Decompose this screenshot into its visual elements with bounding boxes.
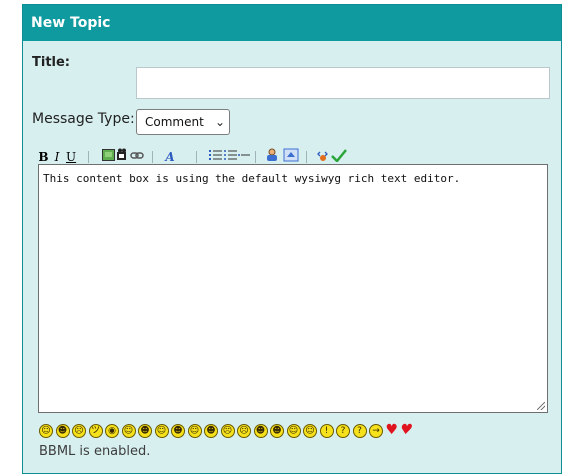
rich-text-editor[interactable]: This content box is using the default wy… bbox=[38, 164, 548, 413]
bbml-status: BBML is enabled. bbox=[39, 444, 151, 459]
smiley-icon[interactable]: ☻ bbox=[253, 424, 268, 438]
toolbar-separator bbox=[306, 151, 307, 163]
editor-content: This content box is using the default wy… bbox=[43, 172, 461, 185]
message-type-select[interactable]: Comment ⌄ bbox=[136, 109, 230, 135]
panel-header: New Topic bbox=[23, 5, 561, 41]
message-type-label: Message Type: bbox=[32, 111, 135, 127]
chevron-down-icon: ⌄ bbox=[214, 115, 225, 129]
smiley-icon[interactable]: ☻ bbox=[270, 424, 284, 438]
new-topic-panel: New Topic Title: Message Type: Comment ⌄… bbox=[22, 4, 562, 474]
smiley-icon[interactable]: ◉ bbox=[105, 424, 119, 438]
smiley-icon[interactable]: ☹ bbox=[220, 424, 235, 438]
title-label: Title: bbox=[32, 55, 71, 70]
smiley-icon[interactable]: ☻ bbox=[204, 424, 218, 438]
smiley-icon[interactable]: ツ bbox=[88, 424, 103, 438]
smiley-bar: ☺ ☻ ☹ ツ ◉ ☺ ☻ ☺ ☻ ☺ ☻ ☹ ☹ ☻ ☻ ☺ ☺!?? → ♥ ♥ bbox=[39, 422, 479, 440]
smiley-icon[interactable]: ☺ bbox=[187, 424, 202, 438]
smiley-icon[interactable]: ☻ bbox=[138, 424, 152, 438]
smiley-icon[interactable]: ☺ bbox=[286, 424, 301, 438]
resize-handle[interactable] bbox=[537, 402, 545, 410]
toolbar-separator bbox=[152, 151, 153, 163]
smiley-icon[interactable]: ☻ bbox=[55, 424, 70, 438]
heart-icon[interactable]: ♥ bbox=[386, 422, 399, 438]
smiley-icon[interactable]: ☹ bbox=[237, 424, 251, 438]
smiley-icon[interactable]: ! bbox=[319, 424, 334, 438]
smiley-icon[interactable]: ? bbox=[352, 424, 367, 438]
title-input[interactable] bbox=[136, 67, 550, 99]
broken-heart-icon[interactable]: ♥ bbox=[398, 422, 413, 438]
message-type-value: Comment bbox=[145, 115, 204, 129]
smiley-icon[interactable]: ☺ bbox=[39, 424, 53, 438]
smiley-icon[interactable]: ☺ bbox=[303, 424, 317, 438]
toolbar-separator bbox=[255, 151, 256, 163]
smiley-icon[interactable]: ☻ bbox=[171, 424, 185, 438]
smiley-icon[interactable]: ☺ bbox=[154, 424, 169, 438]
smiley-icon[interactable]: ☺ bbox=[121, 424, 136, 438]
smiley-icon[interactable]: ? bbox=[336, 424, 350, 438]
smiley-icon[interactable]: → bbox=[369, 424, 383, 438]
smiley-icon[interactable]: ☹ bbox=[72, 424, 86, 438]
toolbar-separator bbox=[196, 151, 197, 163]
toolbar-separator bbox=[88, 151, 89, 163]
